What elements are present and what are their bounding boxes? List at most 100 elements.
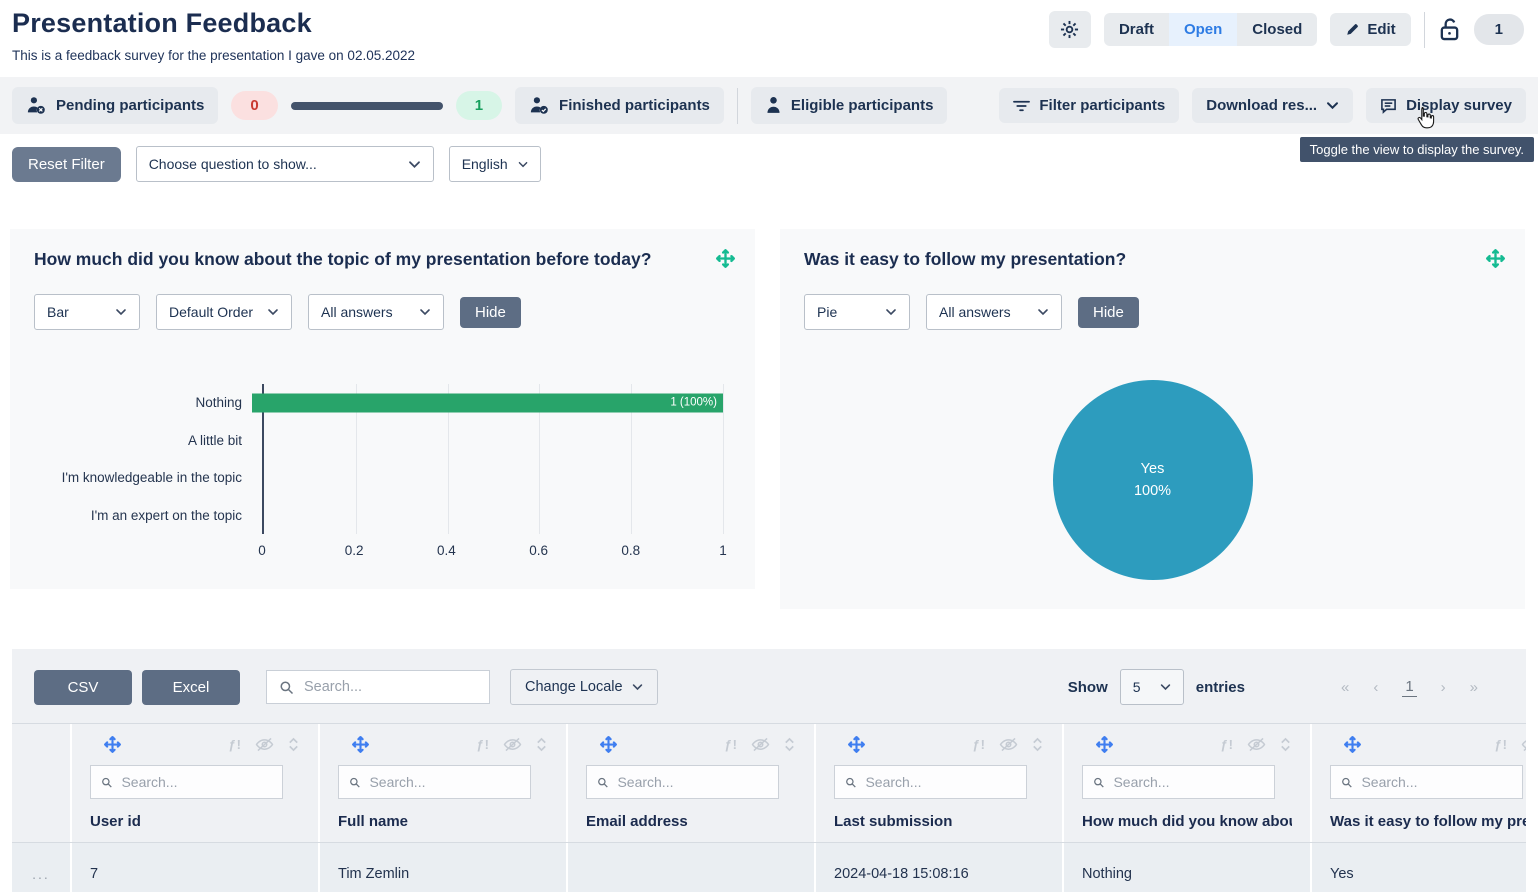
hide-column-icon[interactable] [1521,737,1526,752]
cell-full-name: Tim Zemlin [318,843,566,892]
display-survey-button[interactable]: Display survey [1366,88,1526,123]
clear-sort-icon[interactable]: ƒ! [228,737,242,752]
download-results-button[interactable]: Download res... [1192,88,1353,123]
column-title[interactable]: Email address [586,813,796,830]
cell-email [566,843,814,892]
sort-column-icon[interactable] [287,736,300,753]
column-search-input[interactable] [617,774,768,790]
question-select[interactable]: Choose question to show... [136,146,434,182]
global-search-input[interactable] [304,679,477,695]
column-search [1330,765,1523,799]
x-axis-tick: 0.8 [621,543,640,558]
page-subtitle: This is a feedback survey for the presen… [12,48,415,63]
column-title[interactable]: How much did you know about the topic of… [1082,813,1292,830]
move-card-icon[interactable] [1486,249,1505,268]
sort-column-icon[interactable] [1031,736,1044,753]
global-search [266,670,490,704]
column-search-input[interactable] [121,774,272,790]
page-header: Presentation Feedback This is a feedback… [0,0,1538,63]
answers-filter-select[interactable]: All answers [926,294,1062,330]
bar-chart-card: How much did you know about the topic of… [10,229,755,589]
pending-participants-button[interactable]: Pending participants [12,87,218,124]
filter-participants-label: Filter participants [1039,97,1165,114]
pagination-next[interactable]: › [1441,679,1446,696]
column-title[interactable]: User id [90,813,300,830]
hide-chart-button[interactable]: Hide [1078,297,1139,328]
display-survey-tooltip: Toggle the view to display the survey. [1300,137,1534,162]
column-header-email: ƒ! Email address [566,724,814,842]
person-x-icon [26,96,47,115]
eligible-participants-button[interactable]: Eligible participants [751,87,948,124]
reset-filter-button[interactable]: Reset Filter [12,147,121,182]
column-search-input[interactable] [369,774,520,790]
move-column-icon[interactable] [352,736,369,753]
status-closed[interactable]: Closed [1237,13,1317,46]
column-search [586,765,779,799]
status-draft[interactable]: Draft [1104,13,1169,46]
answers-filter-value: All answers [939,304,1011,320]
pagination-first[interactable]: « [1341,679,1349,696]
bar-category-label: I'm an expert on the topic [34,508,252,523]
move-column-icon[interactable] [1344,736,1361,753]
settings-button[interactable] [1049,11,1091,48]
move-card-icon[interactable] [716,249,735,268]
pagination-last[interactable]: » [1470,679,1478,696]
clear-sort-icon[interactable]: ƒ! [724,737,738,752]
change-locale-button[interactable]: Change Locale [510,669,658,705]
column-title[interactable]: Full name [338,813,548,830]
hide-column-icon[interactable] [1247,737,1266,752]
move-column-icon[interactable] [600,736,617,753]
move-column-icon[interactable] [104,736,121,753]
answers-filter-select[interactable]: All answers [308,294,444,330]
column-search-input[interactable] [865,774,1016,790]
hide-column-icon[interactable] [999,737,1018,752]
filter-participants-button[interactable]: Filter participants [999,88,1179,123]
edit-button[interactable]: Edit [1330,13,1410,46]
finished-count-badge: 1 [456,91,502,120]
column-search-input[interactable] [1113,774,1264,790]
finished-participants-label: Finished participants [559,97,710,114]
move-column-icon[interactable] [848,736,865,753]
pagination-page-1[interactable]: 1 [1402,678,1416,697]
participants-progress-bar [291,102,443,110]
hide-chart-button[interactable]: Hide [460,297,521,328]
column-title[interactable]: Last submission [834,813,1044,830]
clear-sort-icon[interactable]: ƒ! [476,737,490,752]
column-search-input[interactable] [1361,774,1512,790]
move-column-icon[interactable] [1096,736,1113,753]
page-size-select[interactable]: 5 [1120,669,1184,705]
sort-order-select[interactable]: Default Order [156,294,292,330]
column-title[interactable]: Was it easy to follow my presentation? [1330,813,1526,830]
hide-column-icon[interactable] [503,737,522,752]
bar-chart-x-axis: 00.20.40.60.81 [262,540,723,564]
sort-column-icon[interactable] [1279,736,1292,753]
chevron-down-icon [1326,101,1339,110]
pagination-prev[interactable]: ‹ [1373,679,1378,696]
clear-sort-icon[interactable]: ƒ! [1494,737,1508,752]
pie-chart-card: Was it easy to follow my presentation? P… [780,229,1525,609]
export-csv-button[interactable]: CSV [34,670,132,705]
row-expander[interactable]: ... [12,843,70,892]
column-search [338,765,531,799]
finished-participants-button[interactable]: Finished participants [515,87,724,124]
sort-column-icon[interactable] [535,736,548,753]
status-open[interactable]: Open [1169,13,1237,46]
table-row[interactable]: ... 7 Tim Zemlin 2024-04-18 15:08:16 Not… [12,842,1526,892]
clear-sort-icon[interactable]: ƒ! [1220,737,1234,752]
header-divider [1424,12,1425,48]
export-excel-button[interactable]: Excel [142,670,240,705]
download-results-label: Download res... [1206,97,1317,114]
charts-row: How much did you know about the topic of… [0,194,1538,609]
chart-type-select[interactable]: Pie [804,294,910,330]
sort-column-icon[interactable] [783,736,796,753]
page-size-group: Show 5 entries [1068,669,1245,705]
language-select[interactable]: English [449,146,541,182]
chart-type-select[interactable]: Bar [34,294,140,330]
hide-column-icon[interactable] [255,737,274,752]
column-header-full-name: ƒ! Full name [318,724,566,842]
hide-column-icon[interactable] [751,737,770,752]
clear-sort-icon[interactable]: ƒ! [972,737,986,752]
bar-chart-title: How much did you know about the topic of… [34,249,731,270]
cell-question-1: Nothing [1062,843,1310,892]
pie-slice-percent: 100% [1134,480,1171,502]
